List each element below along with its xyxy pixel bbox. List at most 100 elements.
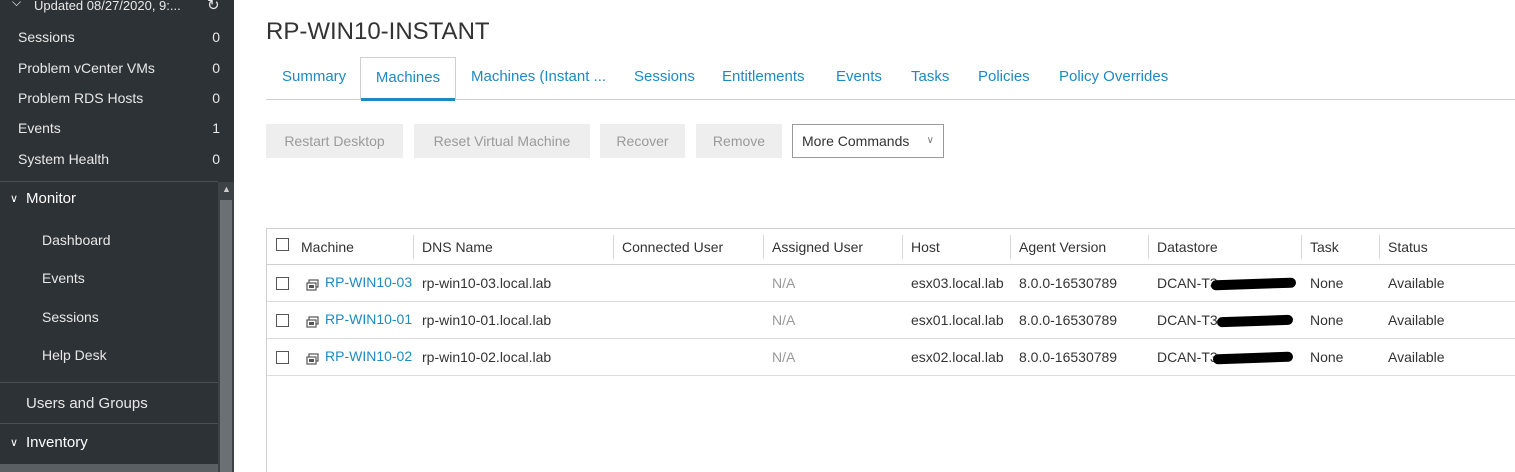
column-header-host[interactable]: Host [911,229,940,265]
sidebar-item-sessions[interactable]: Sessions 0 [0,25,234,49]
machine-name-link[interactable]: RP-WIN10-01 [325,302,412,339]
sidebar-item-label: System Health [18,151,110,167]
restart-desktop-button[interactable]: Restart Desktop [266,124,403,158]
divider [0,382,218,383]
select-all-checkbox[interactable] [276,238,289,251]
tab-sessions[interactable]: Sessions [634,57,695,100]
sidebar-item-sessions[interactable]: Sessions [42,309,99,325]
updated-status: ⌵ Updated 08/27/2020, 9:... ↻ [0,0,234,14]
column-resize-handle[interactable] [763,235,764,259]
tab-machines-instant[interactable]: Machines (Instant ... [471,57,606,100]
column-resize-handle[interactable] [1301,235,1302,259]
virtual-machine-icon [306,279,319,291]
tab-bar: Summary Machines Machines (Instant ... S… [266,57,1515,101]
chevron-down-icon: ∨ [926,135,934,146]
table-row[interactable]: RP-WIN10-03 rp-win10-03.local.lab N/A es… [267,265,1515,302]
status-cell: Available [1388,312,1445,328]
table-row[interactable]: RP-WIN10-01 rp-win10-01.local.lab N/A es… [267,302,1515,339]
redaction-mark [1212,351,1294,365]
status-cell: Available [1388,349,1445,365]
sidebar-item-label: Sessions [18,29,75,45]
tab-entitlements[interactable]: Entitlements [722,57,805,100]
reset-virtual-machine-button[interactable]: Reset Virtual Machine [414,124,590,158]
virtual-machine-icon [306,353,319,365]
chevron-down-icon[interactable]: ⌵ [12,0,21,10]
recover-button[interactable]: Recover [600,124,685,158]
section-label: Inventory [26,434,88,451]
chevron-down-icon: ∨ [10,193,19,205]
dns-name-cell: rp-win10-01.local.lab [422,312,552,328]
dns-name-cell: rp-win10-03.local.lab [422,275,552,291]
sidebar-item-label: Problem vCenter VMs [18,60,155,76]
scrollbar-thumb[interactable] [220,200,232,472]
sidebar-item-count: 0 [212,29,220,45]
more-commands-label: More Commands [802,133,910,149]
sidebar-section-monitor[interactable]: ∨ Monitor [0,187,218,213]
sidebar-item-help-desk[interactable]: Help Desk [42,347,107,363]
tab-events[interactable]: Events [836,57,882,100]
column-header-dns-name[interactable]: DNS Name [422,229,493,265]
column-header-task[interactable]: Task [1310,229,1339,265]
sidebar-item-problem-vcenter-vms[interactable]: Problem vCenter VMs 0 [0,56,234,80]
sidebar-item-system-health[interactable]: System Health 0 [0,147,234,171]
row-checkbox[interactable] [276,277,289,290]
sidebar-item-problem-rds-hosts[interactable]: Problem RDS Hosts 0 [0,86,234,110]
agent-version-cell: 8.0.0-16530789 [1019,275,1118,291]
scroll-up-icon[interactable]: ▲ [222,184,231,194]
task-cell: None [1310,349,1344,365]
machine-name-link[interactable]: RP-WIN10-02 [325,339,412,376]
datastore-cell: DCAN-T3 [1157,349,1218,365]
status-cell: Available [1388,275,1445,291]
tab-machines[interactable]: Machines [360,57,456,101]
column-header-assigned-user[interactable]: Assigned User [772,229,863,265]
refresh-icon[interactable]: ↻ [207,0,220,14]
column-header-agent-version[interactable]: Agent Version [1019,229,1106,265]
machines-table: Machine DNS Name Connected User Assigned… [266,228,1515,472]
sidebar-item-count: 0 [212,90,220,106]
datastore-cell: DCAN-T3- [1157,312,1223,328]
host-cell: esx02.local.lab [911,349,1004,365]
sidebar-scrollbar[interactable]: ▲ [218,182,234,472]
sidebar-item-label: Problem RDS Hosts [18,90,144,106]
column-resize-handle[interactable] [413,235,414,259]
assigned-user-cell: N/A [772,312,796,328]
sidebar-item-events[interactable]: Events 1 [0,116,234,140]
task-cell: None [1310,312,1344,328]
agent-version-cell: 8.0.0-16530789 [1019,349,1118,365]
column-resize-handle[interactable] [1010,235,1011,259]
column-header-connected-user[interactable]: Connected User [622,229,723,265]
column-header-status[interactable]: Status [1388,229,1428,265]
assigned-user-cell: N/A [772,349,796,365]
remove-button[interactable]: Remove [696,124,782,158]
column-header-machine[interactable]: Machine [301,229,354,265]
machine-name-link[interactable]: RP-WIN10-03 [325,265,412,302]
table-row[interactable]: RP-WIN10-02 rp-win10-02.local.lab N/A es… [267,339,1515,376]
tab-policies[interactable]: Policies [978,57,1030,100]
dns-name-cell: rp-win10-02.local.lab [422,349,552,365]
tab-summary[interactable]: Summary [282,57,346,100]
tab-tasks[interactable]: Tasks [911,57,949,100]
host-cell: esx01.local.lab [911,312,1004,328]
column-resize-handle[interactable] [902,235,903,259]
sidebar-item-events[interactable]: Events [42,270,85,286]
sidebar-item-users-and-groups[interactable]: Users and Groups [26,395,148,412]
task-cell: None [1310,275,1344,291]
assigned-user-cell: N/A [772,275,796,291]
column-resize-handle[interactable] [1148,235,1149,259]
sidebar-item-count: 0 [212,151,220,167]
sidebar-item-dashboard[interactable]: Dashboard [42,232,111,248]
row-checkbox[interactable] [276,351,289,364]
divider [0,423,218,424]
column-header-datastore[interactable]: Datastore [1157,229,1218,265]
sidebar-item-count: 0 [212,60,220,76]
column-resize-handle[interactable] [613,235,614,259]
tab-policy-overrides[interactable]: Policy Overrides [1059,57,1168,100]
row-checkbox[interactable] [276,314,289,327]
page-title: RP-WIN10-INSTANT [266,18,490,45]
selected-item-bar [0,464,218,472]
more-commands-dropdown[interactable]: More Commands ∨ [792,124,944,158]
host-cell: esx03.local.lab [911,275,1004,291]
sidebar-section-inventory[interactable]: ∨ Inventory [0,431,218,457]
column-resize-handle[interactable] [1379,235,1380,259]
divider [0,181,218,182]
